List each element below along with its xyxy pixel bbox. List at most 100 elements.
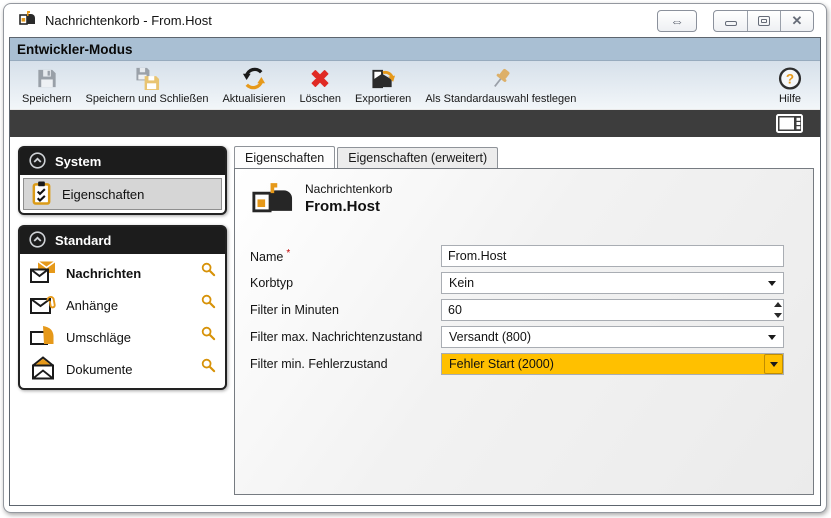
delete-label: Löschen (299, 93, 341, 105)
minimize-button[interactable] (714, 11, 747, 31)
search-magnifier-icon[interactable] (201, 358, 216, 376)
help-icon: ? (777, 66, 803, 91)
chevron-down-icon (768, 281, 776, 286)
search-magnifier-icon[interactable] (201, 326, 216, 344)
layout-toggle-button[interactable] (776, 114, 803, 133)
chevron-down-icon (770, 362, 778, 367)
filter-max-dropdown[interactable]: Versandt (800) (441, 326, 784, 348)
spinner-down-icon[interactable] (774, 313, 782, 318)
name-input[interactable] (441, 245, 784, 267)
clipboard-checklist-icon (30, 180, 53, 209)
korbtyp-dropdown[interactable]: Kein (441, 272, 784, 294)
filter-max-value: Versandt (800) (449, 330, 531, 344)
sidebar-item-label: Dokumente (66, 362, 192, 377)
save-and-close-icon (134, 66, 161, 91)
save-button[interactable]: Speichern (15, 63, 79, 108)
chevron-down-icon (768, 335, 776, 340)
export-button[interactable]: Exportieren (348, 63, 418, 108)
sidebar-item-label: Anhänge (66, 298, 192, 313)
resize-button[interactable]: ⇔ (657, 10, 697, 32)
attachment-icon (29, 292, 57, 319)
delete-icon (307, 66, 333, 91)
sidebar-item-label: Eigenschaften (62, 187, 215, 202)
tab-content: Nachrichtenkorb From.Host Name* Korbtyp (234, 168, 814, 495)
sidebar-item-eigenschaften[interactable]: Eigenschaften (23, 178, 222, 210)
collapse-chevron-icon (29, 231, 46, 251)
save-icon (34, 66, 60, 91)
object-type-label: Nachrichtenkorb (305, 182, 392, 196)
group-title: Standard (55, 233, 111, 248)
utility-bar (10, 109, 820, 137)
tab-eigenschaften-erweitert[interactable]: Eigenschaften (erweitert) (337, 147, 498, 169)
window-frame: Entwickler-Modus Speichern (9, 37, 821, 506)
help-label: Hilfe (779, 93, 801, 105)
sidebar-item-anhaenge[interactable]: Anhänge (23, 289, 222, 321)
maximize-button[interactable] (747, 11, 780, 31)
content-area: System Eige (10, 137, 820, 505)
spinner-up-icon[interactable] (774, 302, 782, 307)
layout-panel-icon (776, 114, 803, 133)
form-row-filter-min: Filter min. Fehlerzustand Fehler Start (… (250, 353, 798, 375)
group-header-system[interactable]: System (20, 148, 225, 175)
refresh-label: Aktualisieren (222, 93, 285, 105)
form-row-filter-minuten: Filter in Minuten (250, 299, 798, 321)
envelope-stack-icon (29, 324, 57, 351)
sidebar: System Eige (18, 146, 227, 495)
field-label: Name* (250, 248, 441, 264)
svg-text:?: ? (786, 71, 794, 86)
title-bar: Nachrichtenkorb - From.Host ⇔ ✕ (4, 4, 826, 37)
object-header: Nachrichtenkorb From.Host (251, 181, 798, 218)
sidebar-item-label: Umschläge (66, 330, 192, 345)
save-and-close-button[interactable]: Speichern und Schließen (79, 63, 216, 108)
mailbox-icon (251, 181, 293, 218)
save-label: Speichern (22, 93, 72, 105)
maximize-icon (758, 16, 770, 26)
help-button[interactable]: ? Hilfe (770, 63, 810, 108)
field-label: Korbtyp (250, 276, 441, 290)
minimize-icon (725, 21, 737, 26)
close-icon: ✕ (792, 13, 803, 29)
sidebar-group-standard: Standard N (18, 225, 227, 390)
set-default-selection-button[interactable]: Als Standardauswahl festlegen (418, 63, 583, 108)
toolbar: Speichern Speichern und Schließen (10, 61, 820, 109)
main-panel: Eigenschaften Eigenschaften (erweitert) (234, 146, 814, 495)
group-title: System (55, 154, 101, 169)
mode-banner-label: Entwickler-Modus (17, 42, 133, 57)
sidebar-item-label: Nachrichten (66, 266, 192, 281)
sidebar-item-nachrichten[interactable]: Nachrichten (23, 257, 222, 289)
sidebar-group-system: System Eige (18, 146, 227, 215)
search-magnifier-icon[interactable] (201, 294, 216, 312)
app-window: Nachrichtenkorb - From.Host ⇔ ✕ Entwickl… (3, 3, 827, 513)
filter-min-value: Fehler Start (2000) (449, 357, 554, 371)
required-marker: * (286, 248, 290, 259)
delete-button[interactable]: Löschen (292, 63, 348, 108)
form-row-korbtyp: Korbtyp Kein (250, 272, 798, 294)
filter-min-dropdown[interactable]: Fehler Start (2000) (441, 353, 784, 375)
export-icon (370, 66, 396, 91)
set-default-selection-label: Als Standardauswahl festlegen (425, 93, 576, 105)
filter-minuten-input[interactable] (441, 299, 784, 321)
save-and-close-label: Speichern und Schließen (86, 93, 209, 105)
field-label: Filter max. Nachrichtenzustand (250, 330, 441, 344)
sidebar-item-umschlaege[interactable]: Umschläge (23, 321, 222, 353)
close-button[interactable]: ✕ (780, 11, 813, 31)
field-label: Filter min. Fehlerzustand (250, 357, 441, 371)
group-header-standard[interactable]: Standard (20, 227, 225, 254)
refresh-button[interactable]: Aktualisieren (215, 63, 292, 108)
tab-bar: Eigenschaften Eigenschaften (erweitert) (234, 146, 814, 168)
mailbox-icon (19, 11, 36, 30)
dropdown-button[interactable] (764, 354, 783, 374)
sidebar-item-dokumente[interactable]: Dokumente (23, 353, 222, 385)
korbtyp-value: Kein (449, 276, 474, 290)
mode-banner: Entwickler-Modus (10, 38, 820, 61)
field-label: Filter in Minuten (250, 303, 441, 317)
pin-icon (488, 66, 514, 91)
search-magnifier-icon[interactable] (201, 262, 216, 280)
object-name: From.Host (305, 198, 392, 215)
collapse-chevron-icon (29, 152, 46, 172)
window-title: Nachrichtenkorb - From.Host (45, 13, 212, 28)
open-envelope-icon (29, 355, 57, 384)
messages-icon (29, 260, 57, 287)
tab-eigenschaften[interactable]: Eigenschaften (234, 146, 335, 168)
spinner-controls[interactable] (772, 300, 784, 320)
